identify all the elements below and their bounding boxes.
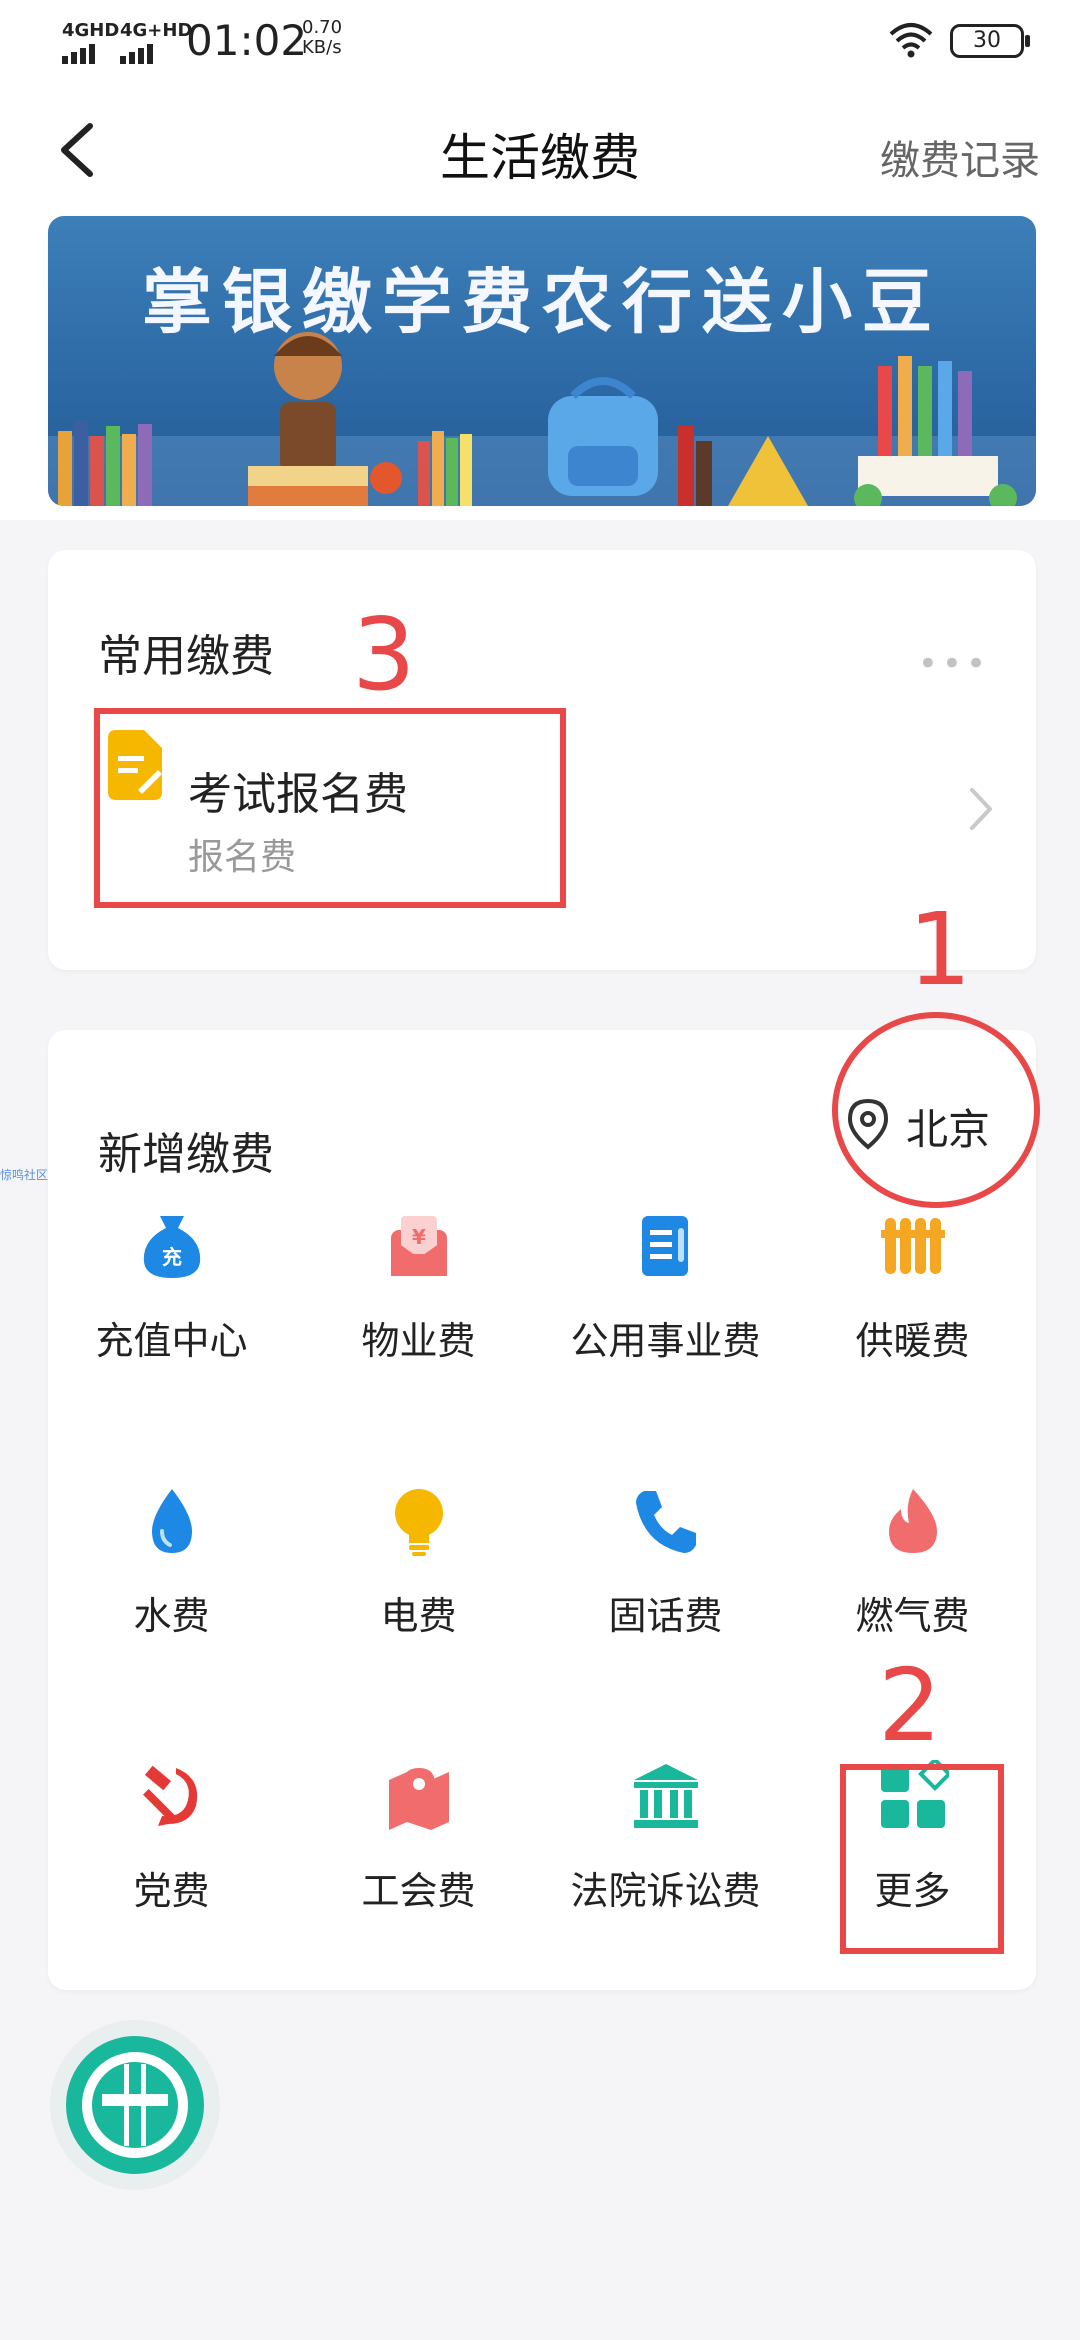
money-bag-icon: 充 xyxy=(143,1216,201,1278)
annotation-circle-1 xyxy=(832,1012,1040,1208)
more-options-icon[interactable]: ••• xyxy=(918,644,990,684)
water-drop-icon xyxy=(152,1489,192,1553)
payment-item-water[interactable]: 水费 xyxy=(48,1485,295,1685)
chevron-right-icon[interactable] xyxy=(968,786,994,832)
phone-icon xyxy=(636,1491,696,1553)
signal-1: 4GHD xyxy=(62,20,119,64)
signal-2: 4G+HD xyxy=(120,20,192,64)
payment-item-heating[interactable]: 供暖费 xyxy=(789,1210,1036,1410)
payment-item-label: 电费 xyxy=(380,1594,457,1638)
payment-item-label: 工会费 xyxy=(361,1869,476,1913)
annotation-box-2 xyxy=(840,1764,1004,1954)
payment-item-party[interactable]: 党费 xyxy=(48,1760,295,1960)
property-envelope-icon: ¥ xyxy=(391,1216,447,1276)
watermark-text: 惊鸣社区 xyxy=(0,1168,49,1182)
payment-item-union[interactable]: 工会费 xyxy=(295,1760,542,1960)
svg-text:充: 充 xyxy=(162,1245,182,1269)
annotation-box-3 xyxy=(94,708,566,908)
payment-item-electricity[interactable]: 电费 xyxy=(295,1485,542,1685)
payment-item-label: 供暖费 xyxy=(855,1319,970,1363)
payment-item-label: 燃气费 xyxy=(855,1594,970,1638)
svg-text:¥: ¥ xyxy=(412,1225,426,1249)
new-payments-title: 新增缴费 xyxy=(98,1129,274,1180)
common-payments-title: 常用缴费 xyxy=(98,631,274,682)
payment-item-property[interactable]: ¥ 物业费 xyxy=(295,1210,542,1410)
radiator-icon xyxy=(881,1218,945,1274)
nav-bar: 生活缴费 缴费记录 xyxy=(0,80,1080,220)
signal-bars-icon xyxy=(62,43,119,64)
document-icon xyxy=(642,1216,688,1276)
payment-item-landline[interactable]: 固话费 xyxy=(542,1485,789,1685)
payment-item-court[interactable]: 法院诉讼费 xyxy=(542,1760,789,1960)
payment-item-label: 公用事业费 xyxy=(570,1319,761,1363)
flame-icon xyxy=(889,1489,937,1553)
annotation-1: 1 xyxy=(908,891,972,1008)
courthouse-icon xyxy=(634,1764,698,1828)
speed-unit: KB/s xyxy=(302,37,342,58)
banner-illustration xyxy=(58,332,1017,506)
payment-item-recharge[interactable]: 充 充值中心 xyxy=(48,1210,295,1410)
abc-bank-logo-icon xyxy=(82,2052,188,2158)
annotation-2: 2 xyxy=(878,1647,942,1764)
hammer-sickle-icon xyxy=(143,1765,198,1826)
payment-item-label: 法院诉讼费 xyxy=(570,1869,761,1913)
payment-item-label: 水费 xyxy=(133,1594,210,1638)
lightbulb-icon xyxy=(395,1489,443,1556)
payment-item-utilities[interactable]: 公用事业费 xyxy=(542,1210,789,1410)
wifi-icon xyxy=(889,23,933,58)
network-label-2: 4G+HD xyxy=(120,20,193,41)
network-label-1: 4GHD xyxy=(62,20,120,41)
bank-logo-button[interactable] xyxy=(50,2020,220,2190)
payment-item-label: 充值中心 xyxy=(95,1319,248,1363)
signal-bars-icon xyxy=(120,43,192,64)
status-bar: 4GHD 4G+HD 01:02 0.70 KB/s 30 xyxy=(0,0,1080,80)
bank-logo-inner xyxy=(66,2036,204,2174)
payment-item-label: 党费 xyxy=(133,1869,210,1913)
payment-records-link[interactable]: 缴费记录 xyxy=(880,128,1040,186)
promo-banner[interactable]: 掌银缴学费农行送小豆 xyxy=(48,216,1036,506)
network-speed: 0.70 KB/s xyxy=(302,18,342,58)
clock: 01:02 xyxy=(186,16,308,65)
payment-item-label: 固话费 xyxy=(608,1594,723,1638)
payment-item-label: 物业费 xyxy=(361,1319,476,1363)
battery-indicator: 30 xyxy=(950,24,1030,58)
map-pin-icon xyxy=(389,1768,449,1830)
annotation-3: 3 xyxy=(352,596,416,713)
speed-value: 0.70 xyxy=(302,17,343,38)
